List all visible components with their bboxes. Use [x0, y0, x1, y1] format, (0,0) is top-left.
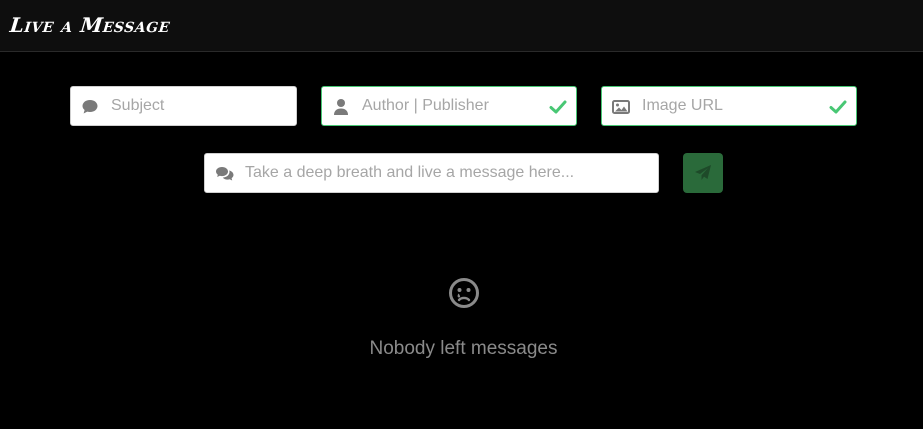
user-icon [334, 99, 348, 115]
navbar: Live a Message [0, 0, 923, 52]
message-input[interactable] [245, 154, 645, 192]
sad-tear-icon [449, 278, 479, 308]
image-icon [612, 100, 630, 114]
subject-input[interactable] [111, 87, 291, 125]
paper-plane-icon [695, 165, 711, 180]
image-url-input[interactable] [642, 87, 822, 125]
comments-icon [216, 167, 234, 181]
check-icon [829, 100, 847, 114]
image-url-field[interactable] [601, 86, 857, 126]
author-input[interactable] [362, 87, 542, 125]
check-icon [549, 100, 567, 114]
comment-icon [82, 100, 98, 114]
author-field[interactable] [321, 86, 577, 126]
message-field[interactable] [204, 153, 659, 193]
app-title[interactable]: Live a Message [9, 13, 172, 37]
empty-state-text: Nobody left messages [369, 338, 558, 359]
send-button[interactable] [683, 153, 723, 193]
subject-field[interactable] [70, 86, 297, 126]
